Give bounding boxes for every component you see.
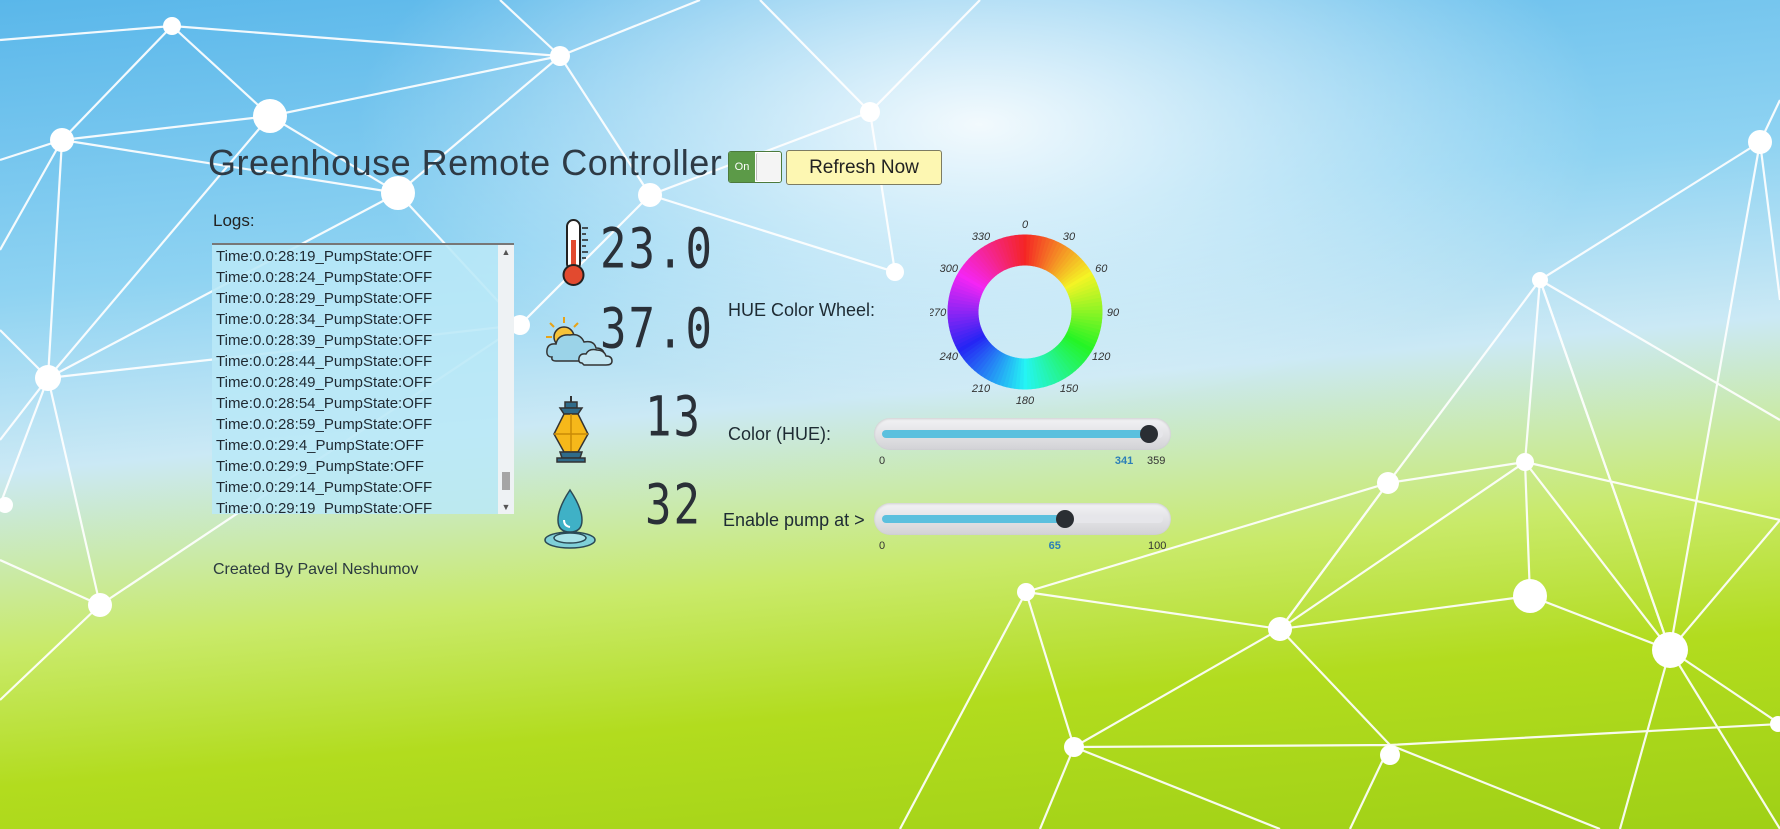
pump-slider-track[interactable] (882, 510, 1163, 528)
pump-slider-min: 0 (879, 540, 886, 552)
auto-refresh-toggle[interactable]: On (728, 151, 782, 183)
hue-wheel-tick: 90 (1107, 307, 1120, 319)
hue-wheel-tick: 180 (1016, 395, 1035, 407)
hue-wheel-tick: 0 (1022, 219, 1029, 231)
logs-label: Logs: (213, 211, 255, 230)
page-title: Greenhouse Remote Controller (208, 142, 723, 183)
toggle-knob[interactable] (756, 153, 781, 181)
log-line: Time:0.0:29:14_PumpState:OFF (216, 479, 433, 496)
log-line: Time:0.0:28:34_PumpState:OFF (216, 311, 433, 328)
hue-wheel-tick: 240 (939, 351, 959, 363)
hue-wheel-tick: 300 (940, 263, 959, 275)
enable-pump-label: Enable pump at > (723, 510, 865, 530)
log-line: Time:0.0:28:24_PumpState:OFF (216, 269, 433, 286)
pump-slider-value: 65 (1048, 540, 1061, 552)
hue-wheel-tick: 210 (971, 383, 991, 395)
color-slider-fill (882, 430, 1149, 438)
color-slider-track[interactable] (882, 425, 1163, 443)
toggle-on-label: On (729, 152, 755, 182)
color-hue-slider[interactable] (874, 418, 1171, 450)
water-value: 32 (645, 473, 702, 537)
scroll-up-icon[interactable]: ▲ (498, 245, 514, 259)
log-line: Time:0.0:28:59_PumpState:OFF (216, 416, 433, 433)
hue-wheel-tick: 270 (930, 307, 947, 319)
hue-wheel-tick: 330 (972, 231, 991, 243)
color-slider-thumb[interactable] (1139, 425, 1158, 443)
water-drop-icon (544, 488, 596, 549)
log-line: Time:0.0:28:29_PumpState:OFF (216, 290, 433, 307)
color-slider-value: 341 (1114, 455, 1134, 467)
log-line: Time:0.0:28:19_PumpState:OFF (216, 248, 433, 265)
hue-wheel-tick: 150 (1060, 383, 1079, 395)
pump-threshold-slider[interactable] (874, 503, 1171, 535)
pump-slider-thumb[interactable] (1055, 510, 1074, 528)
log-line: Time:0.0:28:39_PumpState:OFF (216, 332, 433, 349)
color-hue-label: Color (HUE): (728, 424, 832, 444)
refresh-now-button[interactable]: Refresh Now (786, 150, 942, 185)
log-line: Time:0.0:29:19_PumpState:OFF (216, 500, 433, 514)
log-line: Time:0.0:28:49_PumpState:OFF (216, 374, 433, 391)
pump-slider-fill (882, 515, 1065, 523)
color-slider-min: 0 (879, 455, 886, 467)
hue-wheel-label: HUE Color Wheel: (728, 300, 876, 320)
hue-wheel-tick: 60 (1095, 263, 1108, 275)
ambient-value: 37.0 (600, 297, 714, 361)
hue-color-wheel[interactable]: 0 30 60 90 120 150 180 210 240 270 300 330 (930, 212, 1120, 412)
scrollbar-thumb[interactable] (502, 472, 510, 490)
color-slider-max: 359 (1147, 455, 1166, 467)
credit-text: Created By Pavel Neshumov (213, 561, 419, 578)
log-line: Time:0.0:28:44_PumpState:OFF (216, 353, 433, 370)
light-value: 13 (645, 385, 702, 449)
logs-scrollbar[interactable]: ▲ ▼ (498, 245, 514, 514)
thermometer-icon (562, 219, 588, 286)
lantern-icon (553, 396, 589, 463)
temperature-value: 23.0 (600, 217, 714, 281)
log-line: Time:0.0:29:4_PumpState:OFF (216, 437, 424, 454)
logs-list[interactable]: Time:0.0:28:19_PumpState:OFF Time:0.0:28:… (212, 243, 514, 514)
log-line: Time:0.0:29:9_PumpState:OFF (216, 458, 424, 475)
scroll-down-icon[interactable]: ▼ (498, 500, 514, 514)
hue-wheel-tick: 30 (1063, 231, 1076, 243)
pump-slider-max: 100 (1148, 540, 1167, 552)
log-line: Time:0.0:28:54_PumpState:OFF (216, 395, 433, 412)
hue-wheel-tick: 120 (1092, 351, 1111, 363)
